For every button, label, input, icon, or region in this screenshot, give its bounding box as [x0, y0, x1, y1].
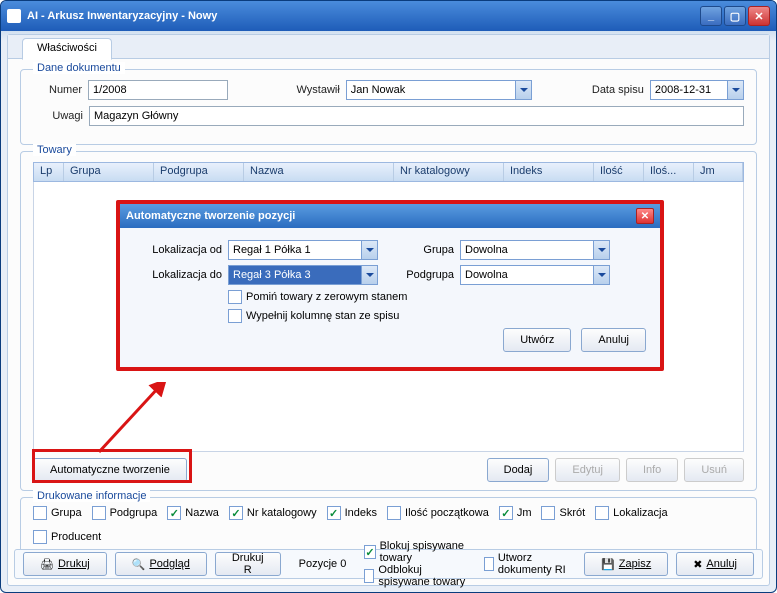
chk-podgrupa[interactable]: Podgrupa	[92, 506, 158, 520]
grid-header: Lp Grupa Podgrupa Nazwa Nr katalogowy In…	[33, 162, 744, 182]
pozycje-value: 0	[340, 558, 346, 570]
data-spisu-combo[interactable]: 2008-12-31	[650, 80, 744, 100]
save-icon: 💾	[601, 558, 615, 571]
utworz-button[interactable]: Utwórz	[503, 328, 571, 352]
minimize-button[interactable]: _	[700, 6, 722, 26]
chk-indeks[interactable]: Indeks	[327, 506, 377, 520]
grupa-label: Grupa	[384, 244, 454, 256]
chk-skrot[interactable]: Skrót	[541, 506, 585, 520]
chk-utworz-ri[interactable]: Utworz dokumenty RI	[484, 552, 568, 576]
data-spisu-label: Data spisu	[532, 84, 650, 96]
towary-group: Towary Lp Grupa Podgrupa Nazwa Nr katalo…	[20, 151, 757, 491]
numer-label: Numer	[33, 84, 88, 96]
col-ilosc2[interactable]: Iloś...	[644, 163, 694, 181]
titlebar: AI - Arkusz Inwentaryzacyjny - Nowy _ ▢ …	[1, 1, 776, 31]
numer-input[interactable]	[88, 80, 228, 100]
col-lp[interactable]: Lp	[34, 163, 64, 181]
dialog-title: Automatyczne tworzenie pozycji	[126, 210, 636, 222]
chevron-down-icon[interactable]	[361, 266, 377, 284]
dane-dokumentu-group: Dane dokumentu Numer Wystawił Jan Nowak …	[20, 69, 757, 145]
grid-body: Automatyczne tworzenie pozycji ✕ Lokaliz…	[33, 182, 744, 452]
drukuj-r-button[interactable]: Drukuj R	[215, 552, 281, 576]
chevron-down-icon[interactable]	[515, 81, 531, 99]
chk-ilosc-p[interactable]: Ilość początkowa	[387, 506, 489, 520]
footer-bar: 🖨Drukuj 🔍Podgląd Drukuj R Pozycje 0 Blok…	[14, 549, 763, 579]
col-podgrupa[interactable]: Podgrupa	[154, 163, 244, 181]
wystawil-label: Wystawił	[228, 84, 346, 96]
col-nazwa[interactable]: Nazwa	[244, 163, 394, 181]
chk-nazwa[interactable]: Nazwa	[167, 506, 219, 520]
dane-dokumentu-legend: Dane dokumentu	[33, 62, 125, 74]
tab-strip: Właściwości	[8, 35, 769, 59]
chevron-down-icon[interactable]	[593, 266, 609, 284]
col-jm[interactable]: Jm	[694, 163, 743, 181]
chk-nrk[interactable]: Nr katalogowy	[229, 506, 317, 520]
lok-do-combo[interactable]: Regał 3 Półka 3	[228, 265, 378, 285]
printer-icon: 🖨	[40, 558, 54, 571]
dialog-close-button[interactable]: ✕	[636, 208, 654, 224]
auto-tworzenie-button[interactable]: Automatyczne tworzenie	[33, 458, 187, 482]
col-indeks[interactable]: Indeks	[504, 163, 594, 181]
window-title: AI - Arkusz Inwentaryzacyjny - Nowy	[27, 10, 700, 22]
pozycje-label: Pozycje	[299, 558, 338, 570]
chevron-down-icon[interactable]	[593, 241, 609, 259]
magnifier-icon: 🔍	[132, 558, 146, 571]
usun-button: Usuń	[684, 458, 744, 482]
uwagi-label: Uwagi	[33, 110, 89, 122]
chevron-down-icon[interactable]	[727, 81, 743, 99]
cancel-icon: ✖	[693, 558, 702, 571]
col-nrk[interactable]: Nr katalogowy	[394, 163, 504, 181]
wystawil-combo[interactable]: Jan Nowak	[346, 80, 532, 100]
chk-lokalizacja[interactable]: Lokalizacja	[595, 506, 667, 520]
drukowane-legend: Drukowane informacje	[33, 490, 150, 502]
anuluj-button[interactable]: Anuluj	[581, 328, 646, 352]
dodaj-button[interactable]: Dodaj	[487, 458, 550, 482]
maximize-button[interactable]: ▢	[724, 6, 746, 26]
grupa-combo[interactable]: Dowolna	[460, 240, 610, 260]
auto-create-dialog: Automatyczne tworzenie pozycji ✕ Lokaliz…	[116, 200, 664, 371]
col-ilosc[interactable]: Ilość	[594, 163, 644, 181]
col-grupa[interactable]: Grupa	[64, 163, 154, 181]
edytuj-button: Edytuj	[555, 458, 620, 482]
footer-anuluj-button[interactable]: ✖Anuluj	[676, 552, 754, 576]
client-area: Właściwości Dane dokumentu Numer Wystawi…	[7, 34, 770, 586]
lok-od-label: Lokalizacja od	[134, 244, 222, 256]
chevron-down-icon[interactable]	[361, 241, 377, 259]
chk-odblokuj[interactable]: Odblokuj spisywane towary	[364, 564, 467, 588]
drukuj-button[interactable]: 🖨Drukuj	[23, 552, 107, 576]
towary-legend: Towary	[33, 144, 76, 156]
chk-producent[interactable]: Producent	[33, 530, 101, 544]
chk-grupa[interactable]: Grupa	[33, 506, 82, 520]
podgrupa-label: Podgrupa	[384, 269, 454, 281]
info-button: Info	[626, 458, 678, 482]
app-icon	[7, 9, 21, 23]
uwagi-input[interactable]	[89, 106, 744, 126]
zapisz-button[interactable]: 💾Zapisz	[584, 552, 668, 576]
chk-jm[interactable]: Jm	[499, 506, 532, 520]
close-button[interactable]: ✕	[748, 6, 770, 26]
tab-wlasciwosci[interactable]: Właściwości	[22, 38, 112, 60]
podglad-button[interactable]: 🔍Podgląd	[115, 552, 207, 576]
wypelnij-checkbox[interactable]: Wypełnij kolumnę stan ze spisu	[228, 309, 399, 323]
lok-do-label: Lokalizacja do	[134, 269, 222, 281]
podgrupa-combo[interactable]: Dowolna	[460, 265, 610, 285]
lok-od-combo[interactable]: Regał 1 Półka 1	[228, 240, 378, 260]
chk-blokuj[interactable]: Blokuj spisywane towary	[364, 540, 467, 564]
pomin-checkbox[interactable]: Pomiń towary z zerowym stanem	[228, 290, 407, 304]
main-window: AI - Arkusz Inwentaryzacyjny - Nowy _ ▢ …	[0, 0, 777, 593]
annotation-arrow	[89, 382, 169, 457]
